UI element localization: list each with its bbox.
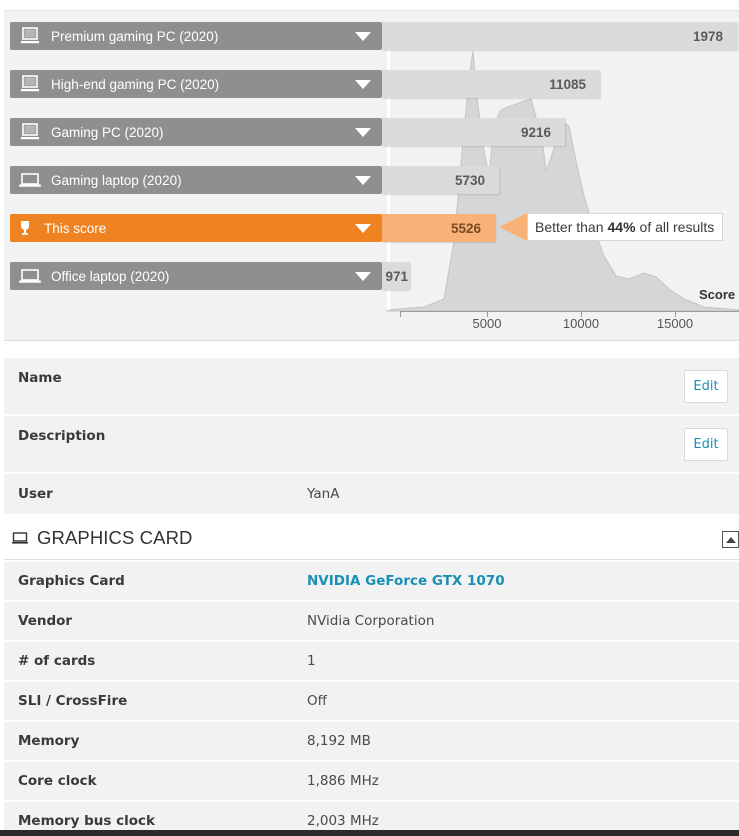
percentile-callout: Better than 44% of all results (527, 213, 723, 241)
score-value: 1978 (692, 28, 723, 44)
score-value: 11085 (549, 76, 586, 92)
chevron-down-icon (355, 175, 371, 185)
table-row: Core clock 1,886 MHz (4, 762, 739, 802)
callout-prefix: Better than (535, 219, 604, 235)
comparison-label: Gaming laptop (2020) (51, 172, 182, 188)
graphics-card-table: Graphics Card NVIDIA GeForce GTX 1070 Vend… (4, 562, 739, 836)
score-bar: 5526 (382, 214, 495, 242)
row-value: 8,192 MB (307, 733, 371, 749)
comparison-dropdown[interactable]: Office laptop (2020) (10, 262, 382, 290)
comparison-label: Office laptop (2020) (51, 268, 170, 284)
comparison-label: High-end gaming PC (2020) (51, 76, 220, 92)
callout-suffix: of all results (639, 219, 715, 235)
comparison-dropdown[interactable]: Premium gaming PC (2020) (10, 22, 382, 50)
score-value: 9216 (520, 124, 551, 140)
score-axis (400, 311, 739, 312)
chevron-down-icon (355, 127, 371, 137)
window-bottom-edge (0, 830, 739, 836)
score-bar: 971 (382, 262, 410, 290)
score-value: 971 (385, 268, 408, 284)
row-key: SLI / CrossFire (18, 693, 128, 709)
monitor-icon (12, 531, 28, 544)
comparison-label: Premium gaming PC (2020) (51, 28, 219, 44)
laptop-icon (19, 171, 41, 189)
chevron-down-icon (355, 31, 371, 41)
score-value: 5730 (454, 172, 485, 188)
table-row: Memory 8,192 MB (4, 722, 739, 762)
row-value: NVidia Corporation (307, 613, 435, 629)
score-value: 5526 (450, 220, 481, 236)
name-label: Name (18, 370, 62, 386)
comparison-label: This score (44, 220, 107, 236)
description-row: Description Edit (4, 416, 739, 474)
collapse-icon (725, 536, 736, 543)
comparison-dropdown[interactable]: Gaming laptop (2020) (10, 166, 382, 194)
row-value: 1,886 MHz (307, 773, 379, 789)
chevron-down-icon (355, 223, 371, 233)
laptop-icon (19, 267, 41, 285)
row-key: # of cards (18, 653, 96, 669)
callout-percent: 44% (607, 219, 636, 235)
row-key: Memory bus clock (18, 813, 155, 829)
row-value: 1 (307, 653, 316, 669)
chevron-down-icon (355, 79, 371, 89)
table-row: # of cards 1 (4, 642, 739, 682)
edit-name-button[interactable]: Edit (684, 370, 728, 403)
edit-description-button[interactable]: Edit (684, 428, 728, 461)
row-value: 2,003 MHz (307, 813, 379, 829)
row-key: Core clock (18, 773, 97, 789)
row-value: Off (307, 693, 327, 709)
row-key: Memory (18, 733, 80, 749)
axis-tick (400, 311, 401, 317)
name-row: Name Edit (4, 358, 739, 416)
comparison-dropdown[interactable]: Gaming PC (2020) (10, 118, 382, 146)
row-key: Graphics Card (18, 573, 125, 589)
collapse-section-button[interactable] (722, 531, 739, 548)
score-bar: 11085 (382, 70, 600, 98)
comparison-dropdown[interactable]: This score (10, 214, 382, 242)
desktop-icon (19, 27, 41, 45)
result-details: Name Edit Description Edit User YanA (4, 358, 739, 516)
chevron-down-icon (355, 271, 371, 281)
desktop-icon (19, 123, 41, 141)
score-bar: 5730 (382, 166, 499, 194)
comparison-dropdown[interactable]: High-end gaming PC (2020) (10, 70, 382, 98)
comparison-label: Gaming PC (2020) (51, 124, 164, 140)
table-row: Graphics Card NVIDIA GeForce GTX 1070 (4, 562, 739, 602)
user-row: User YanA (4, 474, 739, 516)
axis-title: Score (699, 287, 736, 302)
gpu-link[interactable]: NVIDIA GeForce GTX 1070 (307, 573, 505, 589)
description-label: Description (18, 428, 106, 444)
score-bar: 1978 (382, 22, 737, 50)
tick-label: 15000 (656, 316, 694, 331)
graphics-card-section-header: GRAPHICS CARD (4, 516, 739, 560)
tick-label: 5000 (472, 316, 502, 331)
score-bar: 9216 (382, 118, 565, 146)
callout-arrow (499, 213, 527, 241)
trophy-icon (18, 219, 32, 237)
tick-label: 10000 (562, 316, 600, 331)
table-row: Vendor NVidia Corporation (4, 602, 739, 642)
desktop-icon (19, 75, 41, 93)
user-value: YanA (307, 486, 340, 502)
table-row: SLI / CrossFire Off (4, 682, 739, 722)
section-title: GRAPHICS CARD (37, 526, 193, 548)
row-key: Vendor (18, 613, 73, 629)
user-label: User (18, 486, 53, 502)
